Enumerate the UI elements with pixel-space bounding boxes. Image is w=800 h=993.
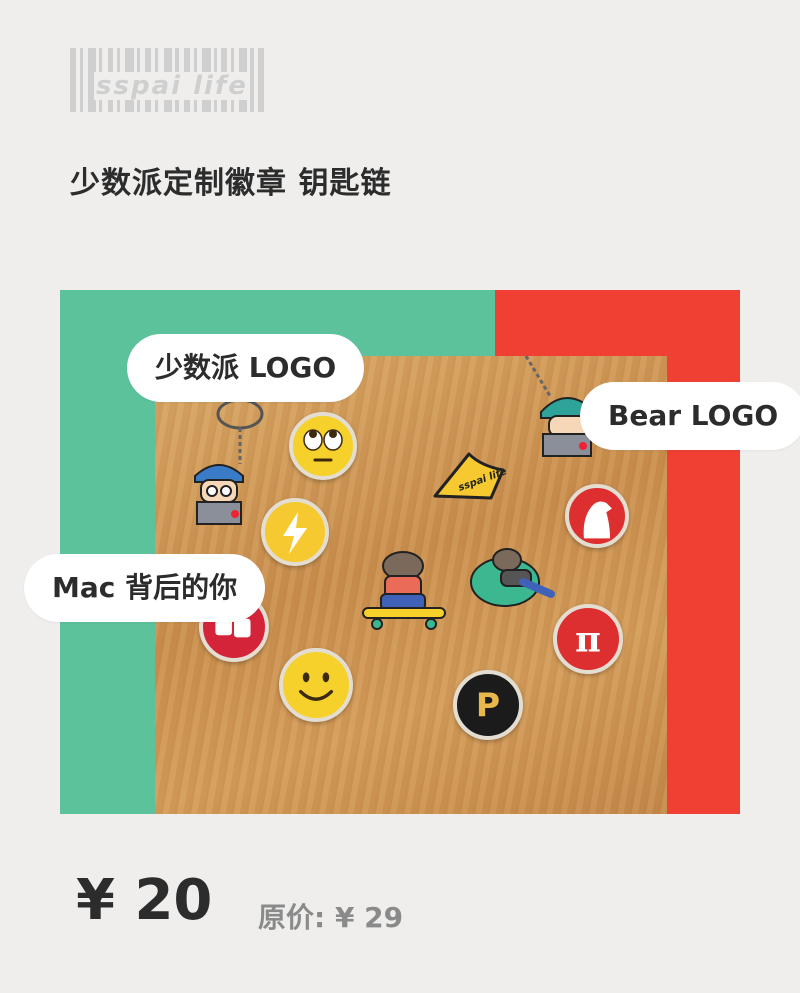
label-mac: Mac 背后的你 bbox=[24, 554, 266, 622]
pi-symbol: π bbox=[575, 619, 601, 660]
original-price: 原价: ¥ 29 bbox=[258, 901, 404, 934]
lightning-pin bbox=[261, 498, 329, 566]
bear-logo-pin bbox=[565, 484, 629, 548]
sspai-character-keychain bbox=[194, 464, 244, 525]
logo-text: sspai life bbox=[94, 71, 250, 101]
sspai-triangle-pin: sspai life bbox=[433, 452, 509, 500]
label-sspai-logo: 少数派 LOGO bbox=[127, 334, 365, 402]
smile-emoji-pin bbox=[279, 648, 353, 722]
rolling-eyes-emoji-pin bbox=[289, 412, 357, 480]
product-title: 少数派定制徽章 钥匙链 bbox=[70, 166, 392, 201]
current-price: ¥ 20 bbox=[76, 868, 213, 933]
otter-beanbag-pin bbox=[470, 548, 555, 607]
otter-skateboard-pin bbox=[362, 551, 446, 630]
label-bear-logo: Bear LOGO bbox=[580, 382, 800, 450]
pi-pin: π bbox=[553, 604, 623, 674]
p-letter: P bbox=[476, 685, 500, 724]
p-letter-pin: P bbox=[453, 670, 523, 740]
sspai-life-logo: sspai life bbox=[70, 48, 292, 112]
